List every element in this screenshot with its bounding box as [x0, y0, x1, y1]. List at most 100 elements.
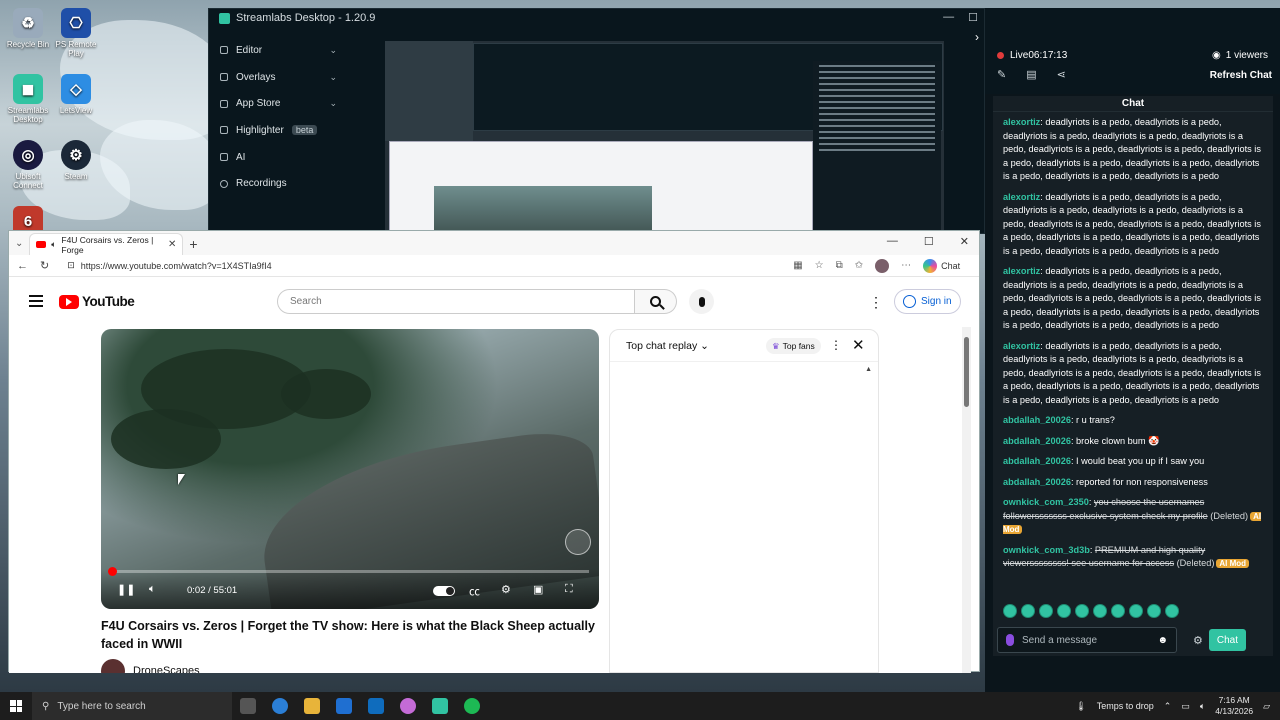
- nav-item-highlighter[interactable]: Highlighter beta: [209, 117, 343, 144]
- emote-icon[interactable]: [1129, 604, 1143, 618]
- chevron-up-icon[interactable]: ▲: [865, 366, 872, 373]
- pencil-icon[interactable]: ✎: [997, 68, 1006, 81]
- captions-icon[interactable]: ㏄: [469, 583, 480, 599]
- emote-icon[interactable]: [1165, 604, 1179, 618]
- voice-search-button[interactable]: [689, 289, 714, 314]
- youtube-logo[interactable]: YouTube: [59, 294, 135, 309]
- autoplay-toggle[interactable]: [433, 586, 455, 596]
- site-info-icon[interactable]: ⊡: [67, 260, 75, 271]
- chevron-right-icon[interactable]: ›: [975, 30, 979, 44]
- chevron-up-icon[interactable]: ⌃: [1164, 701, 1172, 712]
- emote-icon[interactable]: [1057, 604, 1071, 618]
- fullscreen-icon[interactable]: ⛶: [565, 583, 573, 596]
- nav-item-recordings[interactable]: Recordings: [209, 170, 343, 197]
- taskbar-search[interactable]: ⚲ Type here to search: [32, 692, 232, 720]
- top-fans-button[interactable]: ♛ Top fans: [766, 338, 821, 354]
- emote-icon[interactable]: [1075, 604, 1089, 618]
- chat-message-input[interactable]: Send a message ☻: [997, 627, 1177, 653]
- favorites-icon[interactable]: ✩: [855, 260, 863, 271]
- reader-icon[interactable]: ▦: [793, 260, 802, 271]
- more-icon[interactable]: ⋯: [901, 260, 911, 271]
- chat-username[interactable]: ownkick_com_2350: [1003, 497, 1089, 507]
- notifications-icon[interactable]: ▱: [1263, 701, 1270, 712]
- emote-icon[interactable]: [1003, 604, 1017, 618]
- copilot-chat-button[interactable]: Chat: [923, 258, 960, 273]
- stream-preview[interactable]: [385, 41, 944, 235]
- start-button[interactable]: [0, 692, 32, 720]
- refresh-chat-button[interactable]: Refresh Chat: [1210, 70, 1272, 81]
- hamburger-menu-icon[interactable]: [29, 295, 43, 307]
- extensions-icon[interactable]: ⧉: [836, 260, 843, 271]
- progress-knob[interactable]: [108, 567, 117, 576]
- spotify-icon[interactable]: [464, 698, 480, 714]
- progress-bar[interactable]: [108, 567, 589, 576]
- close-icon[interactable]: ✕: [852, 336, 865, 354]
- miniplayer-icon[interactable]: ▣: [533, 583, 543, 596]
- emote-icon[interactable]: [1111, 604, 1125, 618]
- back-icon[interactable]: ←: [17, 260, 28, 272]
- video-player[interactable]: ❚❚ 🔈︎ 0:02 / 55:01 ㏄ ⚙ ▣ ⛶: [101, 329, 599, 609]
- settings-gear-icon[interactable]: ⚙: [501, 583, 511, 596]
- chat-username[interactable]: alexortiz: [1003, 192, 1040, 202]
- channel-watermark-icon[interactable]: [565, 529, 591, 555]
- youtube-search-input[interactable]: Search: [277, 289, 635, 314]
- minimize-icon[interactable]: —: [943, 11, 954, 24]
- speaker-icon[interactable]: 🔈︎: [1200, 701, 1205, 712]
- weather-text[interactable]: Temps to drop: [1097, 701, 1154, 711]
- nav-item-ai[interactable]: AI: [209, 144, 343, 171]
- channel-name[interactable]: DroneScapes: [133, 665, 200, 673]
- emote-icon[interactable]: [1093, 604, 1107, 618]
- desktop-icon-ps-remote-play[interactable]: ⎔ PS Remote Play: [48, 8, 104, 58]
- edge-icon[interactable]: [272, 698, 288, 714]
- tab-list-chevron-icon[interactable]: ⌄: [15, 238, 23, 249]
- new-tab-icon[interactable]: +: [189, 236, 197, 252]
- scrollbar-thumb[interactable]: [964, 337, 969, 407]
- refresh-icon[interactable]: ↻: [40, 259, 49, 272]
- chat-username[interactable]: abdallah_20026: [1003, 456, 1071, 466]
- task-view-icon[interactable]: [240, 698, 256, 714]
- gear-icon[interactable]: ⚙: [1193, 634, 1203, 647]
- minimize-icon[interactable]: —: [887, 235, 898, 248]
- chat-username[interactable]: alexortiz: [1003, 341, 1040, 351]
- nav-item-editor[interactable]: Editor ⌄: [209, 37, 343, 64]
- favorite-icon[interactable]: ☆: [815, 260, 824, 271]
- settings-kebab-icon[interactable]: ⋮: [869, 294, 883, 311]
- chat-username[interactable]: abdallah_20026: [1003, 415, 1071, 425]
- chat-username[interactable]: abdallah_20026: [1003, 436, 1071, 446]
- chat-send-button[interactable]: Chat: [1208, 629, 1246, 651]
- emote-icon[interactable]: [1039, 604, 1053, 618]
- volume-icon[interactable]: 🔈︎: [149, 583, 156, 596]
- live-chat-kebab-icon[interactable]: ⋮: [830, 338, 842, 352]
- emote-icon[interactable]: [1021, 604, 1035, 618]
- mic-icon[interactable]: [1006, 634, 1014, 646]
- copilot-icon[interactable]: [400, 698, 416, 714]
- emoji-icon[interactable]: ☻: [1157, 635, 1168, 646]
- emote-icon[interactable]: [1147, 604, 1161, 618]
- profile-avatar[interactable]: [875, 258, 890, 273]
- tab-youtube[interactable]: 🔈︎ F4U Corsairs vs. Zeros | Forge ✕: [29, 233, 184, 255]
- nav-item-app-store[interactable]: App Store ⌄: [209, 90, 343, 117]
- chat-mode-dropdown[interactable]: Top chat replay ⌄: [626, 340, 709, 352]
- maximize-icon[interactable]: ☐: [968, 11, 978, 24]
- chat-username[interactable]: alexortiz: [1003, 266, 1040, 276]
- page-scrollbar[interactable]: [962, 327, 971, 673]
- address-bar[interactable]: ⊡ https://www.youtube.com/watch?v=1X4STI…: [61, 257, 781, 275]
- chat-messages[interactable]: alexortiz: deadlyriots is a pedo, deadly…: [993, 112, 1273, 571]
- share-icon[interactable]: ⋖: [1057, 68, 1066, 81]
- pause-icon[interactable]: ❚❚: [117, 583, 135, 596]
- chat-username[interactable]: alexortiz: [1003, 117, 1040, 127]
- network-icon[interactable]: ▭: [1181, 701, 1190, 712]
- close-icon[interactable]: ✕: [960, 235, 969, 248]
- desktop-icon-steam[interactable]: ⚙ Steam: [48, 140, 104, 181]
- maximize-icon[interactable]: ☐: [924, 235, 934, 248]
- youtube-search-button[interactable]: [635, 289, 677, 314]
- file-icon[interactable]: ▤: [1026, 68, 1036, 81]
- sign-in-button[interactable]: Sign in: [894, 289, 961, 314]
- chat-username[interactable]: ownkick_com_3d3b: [1003, 545, 1090, 555]
- close-tab-icon[interactable]: ✕: [168, 239, 176, 250]
- desktop-icon-letsview[interactable]: ◇ LetsView: [48, 74, 104, 115]
- outlook-icon[interactable]: [368, 698, 384, 714]
- chat-username[interactable]: abdallah_20026: [1003, 477, 1071, 487]
- file-explorer-icon[interactable]: [304, 698, 320, 714]
- taskbar-clock[interactable]: 7:16 AM 4/13/2026: [1215, 695, 1253, 717]
